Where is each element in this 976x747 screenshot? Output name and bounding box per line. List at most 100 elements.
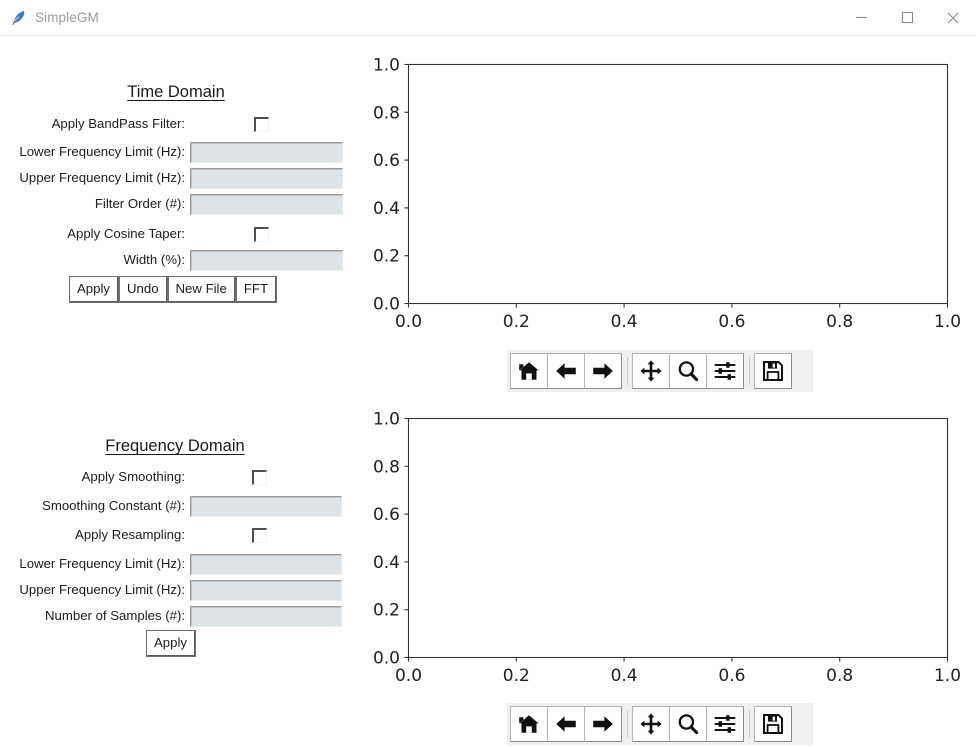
- toolbar-separator-1: [627, 357, 628, 385]
- zoom-button[interactable]: [669, 706, 707, 742]
- new-file-button-time[interactable]: New File: [167, 276, 236, 303]
- checkbox-apply-bandpass-filter[interactable]: [254, 116, 269, 132]
- row-apply-cosine-taper: Apply Cosine Taper:: [0, 223, 285, 245]
- label-freq-lower-limit: Lower Frequency Limit (Hz):: [19, 556, 185, 571]
- home-icon: [517, 712, 541, 736]
- ytick-label: 0.8: [373, 103, 400, 123]
- frequency-domain-plot[interactable]: 0.0 0.2 0.4 0.6 0.8 1.0 0.0 0.2 0.4 0.6: [360, 398, 976, 690]
- ytick-label: 0.4: [373, 553, 400, 573]
- input-freq-upper-limit[interactable]: [190, 579, 342, 601]
- apply-button-frequency[interactable]: Apply: [146, 630, 196, 657]
- label-apply-resampling: Apply Resampling:: [75, 527, 185, 542]
- ytick-label: 0.2: [373, 601, 400, 621]
- frequency-domain-nav-toolbar: [507, 703, 813, 745]
- row-width-percent: Width (%):: [0, 249, 350, 271]
- input-upper-frequency-limit[interactable]: [190, 167, 343, 189]
- xtick-label: 0.6: [718, 312, 745, 332]
- pan-button[interactable]: [632, 353, 670, 389]
- fft-button-time[interactable]: FFT: [235, 276, 277, 303]
- toolbar-separator-2: [749, 357, 750, 385]
- time-domain-plot-canvas: 0.0 0.2 0.4 0.6 0.8 1.0 0.0 0.2 0.4 0.6 …: [360, 44, 976, 336]
- input-lower-frequency-limit[interactable]: [190, 141, 343, 163]
- magnifier-icon: [676, 712, 700, 736]
- minimize-button[interactable]: [838, 0, 884, 35]
- undo-button-time[interactable]: Undo: [119, 276, 168, 303]
- checkbox-apply-resampling[interactable]: [252, 527, 267, 543]
- maximize-button[interactable]: [884, 0, 930, 35]
- label-apply-cosine-taper: Apply Cosine Taper:: [67, 226, 185, 241]
- ytick-label: 1.0: [373, 410, 400, 430]
- home-button[interactable]: [510, 706, 548, 742]
- label-smoothing-constant: Smoothing Constant (#):: [42, 498, 185, 513]
- label-apply-bandpass-filter: Apply BandPass Filter:: [51, 116, 185, 131]
- label-number-of-samples: Number of Samples (#):: [45, 608, 185, 623]
- time-domain-heading: Time Domain: [127, 83, 225, 101]
- xtick-label: 0.4: [611, 312, 638, 332]
- floppy-disk-icon: [761, 712, 785, 736]
- app-window: SimpleGM Time Domain Apply BandPass Filt…: [0, 0, 976, 747]
- time-domain-nav-toolbar: [507, 350, 813, 392]
- row-number-of-samples: Number of Samples (#):: [0, 605, 350, 627]
- input-smoothing-constant[interactable]: [190, 495, 342, 517]
- ytick-label: 0.4: [373, 199, 400, 219]
- label-apply-smoothing: Apply Smoothing:: [81, 469, 185, 484]
- pan-button[interactable]: [632, 706, 670, 742]
- time-domain-plot[interactable]: 0.0 0.2 0.4 0.6 0.8 1.0 0.0 0.2 0.4 0.6 …: [360, 44, 976, 336]
- ytick-label: 0.8: [373, 457, 400, 477]
- forward-button[interactable]: [584, 353, 622, 389]
- row-smoothing-constant: Smoothing Constant (#):: [0, 495, 350, 517]
- home-icon: [517, 359, 541, 383]
- arrow-right-icon: [591, 712, 615, 736]
- forward-button[interactable]: [584, 706, 622, 742]
- xtick-label: 0.2: [503, 666, 530, 686]
- floppy-disk-icon: [761, 359, 785, 383]
- checkbox-apply-cosine-taper[interactable]: [254, 226, 269, 242]
- row-lower-frequency-limit: Lower Frequency Limit (Hz):: [0, 141, 350, 163]
- row-freq-lower-limit: Lower Frequency Limit (Hz):: [0, 553, 350, 575]
- sliders-icon: [713, 359, 737, 383]
- xtick-label: 0.2: [503, 312, 530, 332]
- label-width-percent: Width (%):: [123, 252, 185, 267]
- row-filter-order: Filter Order (#):: [0, 193, 350, 215]
- label-lower-frequency-limit: Lower Frequency Limit (Hz):: [19, 144, 185, 159]
- xtick-label: 0.8: [826, 312, 853, 332]
- xtick-label: 1.0: [934, 666, 961, 686]
- xtick-label: 0.0: [395, 312, 422, 332]
- move-icon: [639, 712, 663, 736]
- apply-button-time[interactable]: Apply: [69, 276, 119, 303]
- row-freq-upper-limit: Upper Frequency Limit (Hz):: [0, 579, 350, 601]
- xtick-label: 0.4: [611, 666, 638, 686]
- input-freq-lower-limit[interactable]: [190, 553, 342, 575]
- frequency-domain-heading: Frequency Domain: [105, 437, 245, 455]
- input-width-percent[interactable]: [190, 249, 343, 271]
- input-number-of-samples[interactable]: [190, 605, 342, 627]
- zoom-button[interactable]: [669, 353, 707, 389]
- configure-button[interactable]: [706, 706, 744, 742]
- back-button[interactable]: [547, 353, 585, 389]
- label-upper-frequency-limit: Upper Frequency Limit (Hz):: [19, 170, 185, 185]
- checkbox-apply-smoothing[interactable]: [252, 469, 267, 485]
- save-button[interactable]: [754, 706, 792, 742]
- toolbar-separator-2: [749, 710, 750, 738]
- ytick-label: 0.6: [373, 505, 400, 525]
- row-apply-resampling: Apply Resampling:: [0, 524, 285, 546]
- magnifier-icon: [676, 359, 700, 383]
- row-apply-smoothing: Apply Smoothing:: [0, 466, 285, 488]
- home-button[interactable]: [510, 353, 548, 389]
- save-button[interactable]: [754, 353, 792, 389]
- close-button[interactable]: [930, 0, 976, 35]
- move-icon: [639, 359, 663, 383]
- xtick-label: 0.0: [395, 666, 422, 686]
- xtick-label: 0.8: [826, 666, 853, 686]
- row-apply-bandpass-filter: Apply BandPass Filter:: [0, 113, 285, 135]
- xtick-label: 0.6: [718, 666, 745, 686]
- row-upper-frequency-limit: Upper Frequency Limit (Hz):: [0, 167, 350, 189]
- label-freq-upper-limit: Upper Frequency Limit (Hz):: [19, 582, 185, 597]
- time-domain-panel: Time Domain Apply BandPass Filter: Lower…: [0, 0, 360, 330]
- sliders-icon: [713, 712, 737, 736]
- configure-button[interactable]: [706, 353, 744, 389]
- back-button[interactable]: [547, 706, 585, 742]
- frequency-domain-panel: Frequency Domain Apply Smoothing: Smooth…: [0, 400, 360, 690]
- input-filter-order[interactable]: [190, 193, 343, 215]
- time-domain-button-row: Apply Undo New File FFT: [69, 276, 277, 303]
